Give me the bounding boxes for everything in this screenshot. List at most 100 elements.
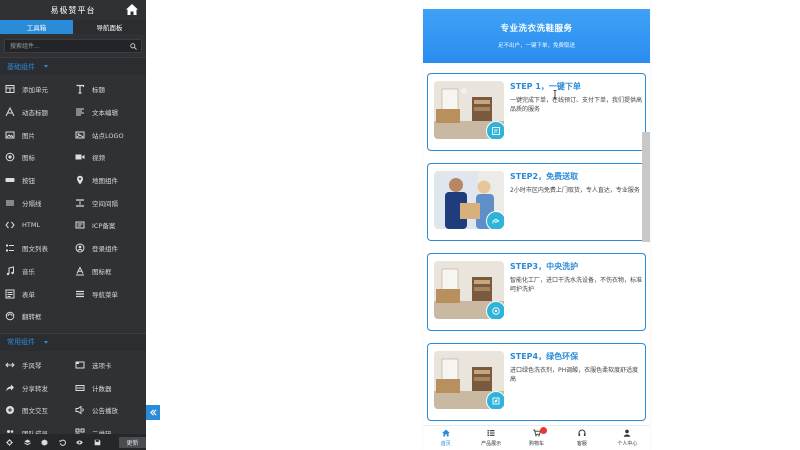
layers-icon[interactable] — [23, 438, 31, 446]
form-icon — [5, 289, 15, 299]
cart-badge — [539, 427, 547, 434]
component-icon[interactable]: 图标 — [5, 146, 75, 169]
sidebar-header: 易极赞平台 — [0, 0, 146, 20]
settings-icon[interactable] — [6, 438, 13, 446]
component-label: 按钮 — [22, 177, 35, 186]
service-banner[interactable]: 专业洗衣洗鞋服务 足不出户，一键下单，免费取送 — [423, 9, 650, 63]
component-label: 空间间隔 — [92, 199, 118, 208]
tab-toolbox[interactable]: 工具箱 — [0, 20, 73, 34]
video-icon — [75, 152, 85, 162]
component-label: 动态标题 — [22, 109, 48, 118]
steps-list: STEP 1，一键下单 一键完成下单，在线预订、支付下单，我们提供高品质的服务 … — [423, 63, 650, 421]
icp-icon — [75, 220, 85, 230]
component-button[interactable]: 按钮 — [5, 169, 75, 192]
counter-icon — [75, 383, 85, 393]
component-spacer[interactable]: 空间间隔 — [75, 191, 145, 214]
component-label: 地图组件 — [92, 177, 118, 186]
preview-eye-icon[interactable] — [76, 439, 83, 446]
announcement-icon — [75, 405, 85, 415]
tab-nav-panel[interactable]: 导航面板 — [73, 20, 146, 34]
component-dynamic-title[interactable]: 动态标题 — [5, 101, 75, 124]
collapse-sidebar-button[interactable] — [146, 405, 160, 420]
banner-subtitle: 足不出户，一键下单，免费取送 — [497, 43, 575, 49]
component-image[interactable]: 图片 — [5, 123, 75, 146]
step-title: STEP 1，一键下单 — [510, 82, 581, 91]
search-input[interactable] — [5, 40, 141, 52]
component-label: 站点LOGO — [92, 131, 124, 140]
component-video[interactable]: 视频 — [75, 146, 145, 169]
sidebar-tabs: 工具箱 导航面板 — [0, 20, 146, 34]
component-music[interactable]: 音乐 — [5, 260, 75, 283]
component-counter[interactable]: 计数器 — [75, 376, 145, 399]
image-icon — [5, 130, 15, 140]
button-icon — [5, 175, 15, 185]
component-label: 表单 — [22, 290, 35, 299]
component-label: 公告播放 — [92, 407, 118, 416]
update-button[interactable]: 更新 — [119, 436, 146, 448]
tab-profile[interactable]: 个人中心 — [605, 426, 650, 450]
map-pin-icon — [75, 175, 85, 185]
tab-products[interactable]: 产品展示 — [468, 426, 513, 450]
component-icp[interactable]: ICP备案 — [75, 214, 145, 237]
common-components-grid: 手风琴 选项卡 分享转发 计数器 图文交互 公告播放 团队成员 二维码 — [0, 351, 146, 445]
component-icon-box[interactable]: 图标框 — [75, 260, 145, 283]
delivery-icon — [492, 219, 500, 224]
component-image-text-list[interactable]: 图文列表 — [5, 237, 75, 260]
component-nav-menu[interactable]: 导航菜单 — [75, 282, 145, 305]
undo-icon[interactable] — [58, 439, 66, 446]
step-card[interactable]: STEP3，中央洗护 智能化工厂，进口干洗水洗设备，不伤衣物，标准呵护洗护 — [427, 253, 646, 331]
preview-scrollbar[interactable] — [642, 132, 650, 242]
component-label: 计数器 — [92, 384, 112, 393]
component-html[interactable]: HTML — [5, 214, 75, 237]
component-divider[interactable]: 分隔线 — [5, 191, 75, 214]
step-description: 一键完成下单，在线预订、支付下单，我们提供高品质的服务 — [510, 97, 643, 113]
component-share[interactable]: 分享转发 — [5, 376, 75, 399]
step-card[interactable]: STEP4，绿色环保 进口绿色洗衣剂，PH调酸，衣服色柔软度舒适度高 — [427, 343, 646, 421]
user-icon — [624, 429, 631, 437]
component-text-edit[interactable]: 文本编辑 — [75, 101, 145, 124]
cube-icon[interactable] — [41, 438, 48, 446]
tab-cart[interactable]: 购物车 — [514, 426, 559, 450]
layout-icon — [5, 84, 15, 94]
component-login[interactable]: 登录组件 — [75, 237, 145, 260]
component-form[interactable]: 表单 — [5, 282, 75, 305]
component-tabs[interactable]: 选项卡 — [75, 354, 145, 377]
icon-box-icon — [75, 266, 85, 276]
flip-icon — [5, 311, 15, 321]
component-label: HTML — [22, 221, 41, 230]
component-add-unit[interactable]: 添加单元 — [5, 78, 75, 101]
search-icon[interactable] — [130, 43, 137, 50]
step-text: STEP4，绿色环保 进口绿色洗衣剂，PH调酸，衣服色柔软度舒适度高 — [504, 350, 642, 414]
component-flip-box[interactable]: 翻转框 — [5, 305, 75, 328]
component-label: 登录组件 — [92, 245, 118, 254]
tab-label: 个人中心 — [617, 441, 638, 447]
component-map[interactable]: 地图组件 — [75, 169, 145, 192]
step-badge — [486, 301, 504, 319]
tab-home[interactable]: 首页 — [423, 426, 468, 450]
component-label: 分隔线 — [22, 199, 42, 208]
component-sidebar: 易极赞平台 工具箱 导航面板 基础组件 添加单元 标题 动态标题 文本编辑 图片… — [0, 0, 146, 450]
tabs-icon — [75, 360, 85, 370]
step-card[interactable]: STEP2，免费送取 2小时市区内免费上门取货，专人直达，专业服务 — [427, 163, 646, 241]
home-icon[interactable] — [126, 4, 138, 15]
tab-label: 产品展示 — [481, 441, 502, 447]
step-image — [434, 261, 504, 319]
component-accordion[interactable]: 手风琴 — [5, 354, 75, 377]
section-common-components[interactable]: 常用组件 — [0, 332, 146, 351]
list-icon — [5, 243, 15, 253]
component-label: 选项卡 — [92, 361, 112, 370]
component-image-text-interact[interactable]: 图文交互 — [5, 399, 75, 422]
tab-service[interactable]: 客服 — [559, 426, 604, 450]
step-badge — [486, 391, 504, 409]
component-announcement[interactable]: 公告播放 — [75, 399, 145, 422]
text-edit-icon — [75, 107, 85, 117]
step-title: STEP2，免费送取 — [510, 172, 579, 181]
component-site-logo[interactable]: 站点LOGO — [75, 123, 145, 146]
component-title[interactable]: 标题 — [75, 78, 145, 101]
save-icon[interactable] — [94, 439, 101, 446]
tab-label: 首页 — [440, 441, 451, 447]
basic-components-grid: 添加单元 标题 动态标题 文本编辑 图片 站点LOGO 图标 视频 按钮 地图组… — [0, 75, 146, 333]
step-card[interactable]: STEP 1，一键下单 一键完成下单，在线预订、支付下单，我们提供高品质的服务 — [427, 73, 646, 151]
section-basic-components[interactable]: 基础组件 — [0, 57, 146, 75]
order-icon — [492, 127, 500, 135]
